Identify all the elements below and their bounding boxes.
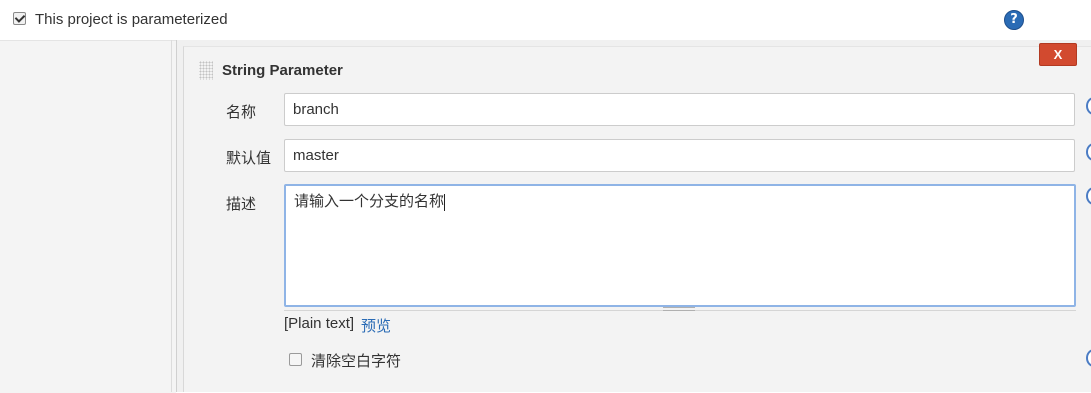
default-value-input[interactable]: master <box>284 139 1075 172</box>
parameter-title: String Parameter <box>222 62 343 79</box>
divider <box>171 40 172 392</box>
text-cursor <box>444 193 446 211</box>
parameterized-label: This project is parameterized <box>35 11 228 28</box>
format-label: [Plain text] <box>284 315 355 332</box>
name-input[interactable]: branch <box>284 93 1075 126</box>
drag-handle-icon[interactable] <box>199 61 213 80</box>
parameterized-checkbox[interactable] <box>13 12 26 25</box>
left-panel <box>0 40 176 393</box>
description-label: 描述 <box>226 196 257 213</box>
resize-handle-icon[interactable] <box>663 307 695 311</box>
parameterized-row: This project is parameterized ? <box>0 0 1091 40</box>
help-icon[interactable]: ? <box>1004 10 1024 30</box>
default-value-label: 默认值 <box>226 150 272 167</box>
preview-link[interactable]: 预览 <box>361 315 391 336</box>
name-label: 名称 <box>226 104 257 121</box>
description-textarea[interactable]: 请输入一个分支的名称 <box>284 184 1076 307</box>
description-text: 请输入一个分支的名称 <box>294 193 445 210</box>
trim-checkbox[interactable] <box>289 353 302 366</box>
delete-parameter-button[interactable]: X <box>1039 43 1077 66</box>
trim-label: 清除空白字符 <box>311 353 402 370</box>
